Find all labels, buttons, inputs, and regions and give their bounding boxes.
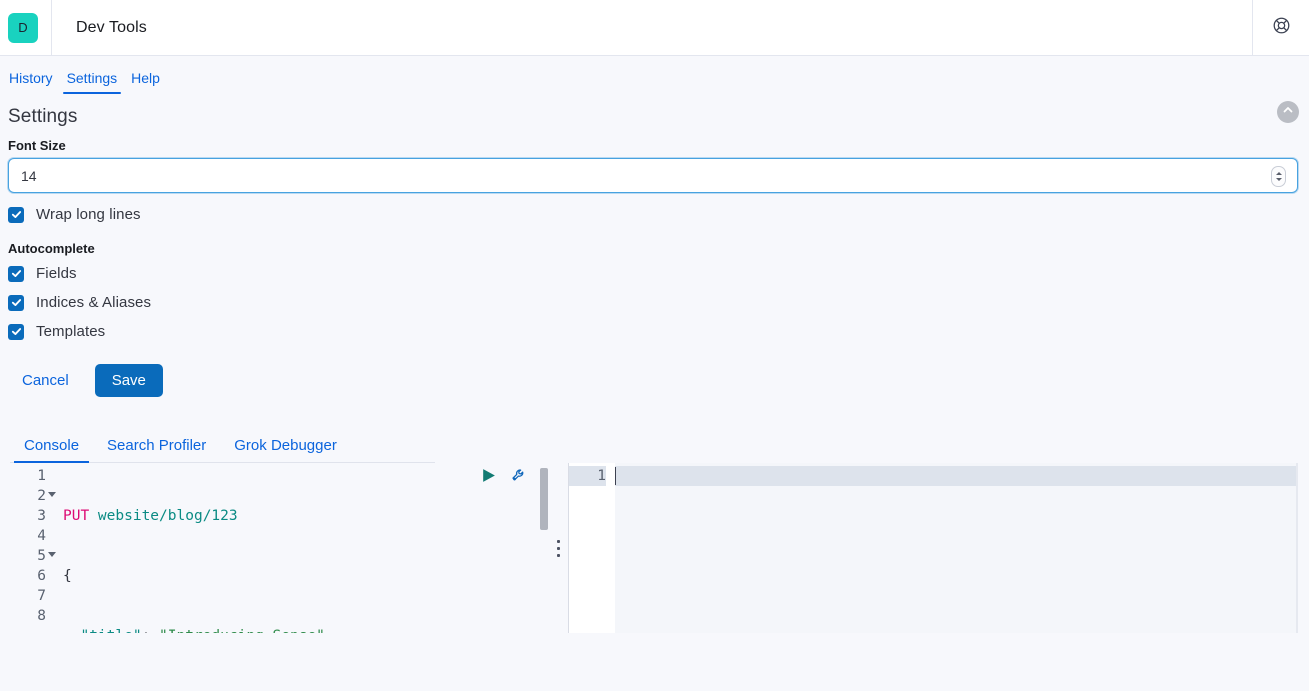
- play-triangle-icon[interactable]: [480, 467, 497, 484]
- tab-search-profiler[interactable]: Search Profiler: [93, 437, 220, 463]
- checkbox-autocomplete-fields[interactable]: Fields: [8, 265, 1298, 282]
- request-actions: [480, 467, 527, 484]
- font-size-label: Font Size: [8, 138, 1298, 153]
- request-code[interactable]: PUT website/blog/123 { "title": "Introdu…: [48, 463, 548, 633]
- code-line: PUT website/blog/123: [63, 506, 548, 526]
- checkbox-box[interactable]: [8, 266, 24, 282]
- response-content[interactable]: [615, 463, 1298, 633]
- top-tab-bar: History Settings Help: [0, 56, 1309, 94]
- handle-dot: [557, 540, 560, 543]
- settings-actions: Cancel Save: [8, 364, 1298, 397]
- header-right-group: [1252, 0, 1309, 55]
- tab-history[interactable]: History: [2, 70, 60, 94]
- code-line: "title": "Introducing Sense",: [63, 626, 548, 633]
- request-gutter: 1 2 3 4 5 6 7 8: [10, 463, 48, 633]
- request-code-wrap: 1 2 3 4 5 6 7 8 PUT website/blog/123 { "…: [10, 463, 548, 633]
- settings-heading: Settings: [8, 106, 1298, 128]
- handle-dot: [557, 547, 560, 550]
- wrench-icon[interactable]: [511, 468, 527, 484]
- checkbox-wrap-long-lines[interactable]: Wrap long lines: [8, 206, 1298, 223]
- gutter-line: 4: [10, 526, 48, 546]
- gutter-line: 7: [10, 586, 48, 606]
- checkbox-box[interactable]: [8, 207, 24, 223]
- header-divider: [51, 0, 52, 56]
- font-size-stepper[interactable]: [1271, 166, 1286, 187]
- lifebuoy-icon: [1272, 16, 1291, 40]
- stepper-down-icon[interactable]: [1276, 178, 1282, 181]
- checkbox-box[interactable]: [8, 324, 24, 340]
- fold-toggle-icon[interactable]: [48, 552, 56, 557]
- chevron-up-circle-icon: [1282, 103, 1294, 121]
- checkbox-autocomplete-templates[interactable]: Templates: [8, 323, 1298, 340]
- console-editor-area: 1 2 3 4 5 6 7 8 PUT website/blog/123 { "…: [0, 463, 1309, 633]
- checkbox-autocomplete-indices-aliases[interactable]: Indices & Aliases: [8, 294, 1298, 311]
- active-line-highlight: [615, 466, 1298, 486]
- gutter-line: 6: [10, 566, 48, 586]
- text-caret: [615, 467, 616, 485]
- response-scroll-edge[interactable]: [1296, 463, 1298, 633]
- font-size-field-wrapper: [8, 158, 1298, 193]
- settings-panel: Settings Font Size Wrap long lines Autoc…: [0, 94, 1309, 397]
- checkbox-label: Fields: [36, 265, 77, 282]
- tab-help[interactable]: Help: [124, 70, 167, 94]
- tab-grok-debugger[interactable]: Grok Debugger: [220, 437, 351, 463]
- tab-settings[interactable]: Settings: [60, 70, 125, 94]
- header-left-group: D Dev Tools: [0, 0, 147, 55]
- checkbox-label: Indices & Aliases: [36, 294, 151, 311]
- gutter-line: 5: [10, 546, 48, 566]
- request-editor[interactable]: 1 2 3 4 5 6 7 8 PUT website/blog/123 { "…: [10, 463, 548, 633]
- gutter-line: 1: [10, 466, 48, 486]
- help-button[interactable]: [1253, 0, 1309, 56]
- gutter-line: 3: [10, 506, 48, 526]
- fold-toggle-icon[interactable]: [48, 492, 56, 497]
- gutter-line: 8: [10, 606, 48, 626]
- checkbox-label: Wrap long lines: [36, 206, 141, 223]
- code-line: {: [63, 566, 548, 586]
- stepper-up-icon[interactable]: [1276, 172, 1282, 175]
- font-size-input[interactable]: [8, 158, 1298, 193]
- gutter-line: 1: [569, 466, 606, 486]
- cancel-button[interactable]: Cancel: [8, 366, 83, 395]
- save-button[interactable]: Save: [95, 364, 163, 397]
- avatar[interactable]: D: [8, 13, 38, 43]
- console-tab-bar: Console Search Profiler Grok Debugger: [0, 425, 1309, 463]
- tab-console[interactable]: Console: [10, 437, 93, 463]
- checkbox-label: Templates: [36, 323, 105, 340]
- checkbox-box[interactable]: [8, 295, 24, 311]
- editor-resize-handle[interactable]: [548, 463, 568, 633]
- page-title: Dev Tools: [76, 19, 147, 37]
- autocomplete-group-label: Autocomplete: [8, 241, 1298, 256]
- response-editor[interactable]: 1: [568, 463, 1298, 633]
- response-gutter: 1: [569, 463, 615, 633]
- handle-dot: [557, 554, 560, 557]
- app-header: D Dev Tools: [0, 0, 1309, 56]
- collapse-panel-button[interactable]: [1277, 101, 1299, 123]
- gutter-line: 2: [10, 486, 48, 506]
- request-scrollbar[interactable]: [540, 468, 548, 530]
